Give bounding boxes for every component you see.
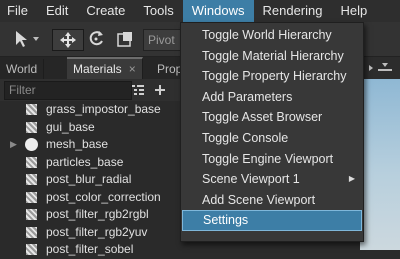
list-item[interactable]: ▶ mesh_base xyxy=(0,136,190,154)
menu-item-toggle-property-hierarchy[interactable]: Toggle Property Hierarchy xyxy=(181,66,363,87)
menu-item-toggle-world-hierarchy[interactable]: Toggle World Hierarchy xyxy=(181,25,363,46)
material-icon xyxy=(26,104,37,115)
material-name: gui_base xyxy=(46,119,95,134)
menu-windows[interactable]: Windows xyxy=(182,0,254,22)
list-item[interactable]: grass_impostor_base xyxy=(0,101,190,119)
menu-create[interactable]: Create xyxy=(77,0,134,22)
menu-item-add-scene-viewport[interactable]: Add Scene Viewport xyxy=(181,190,363,211)
menu-edit[interactable]: Edit xyxy=(37,0,77,22)
material-icon xyxy=(26,191,37,203)
menu-item-toggle-engine-viewport[interactable]: Toggle Engine Viewport xyxy=(181,149,363,170)
menu-item-toggle-material-hierarchy[interactable]: Toggle Material Hierarchy xyxy=(181,46,363,67)
menu-file[interactable]: File xyxy=(0,0,37,22)
expand-arrow-icon[interactable]: ▶ xyxy=(10,136,17,154)
tab-materials[interactable]: Materials × xyxy=(67,57,143,81)
menu-rendering[interactable]: Rendering xyxy=(254,0,332,22)
list-item[interactable]: post_blur_radial xyxy=(0,171,190,189)
scale-icon xyxy=(117,32,132,47)
material-name: post_color_correction xyxy=(46,189,161,204)
sphere-material-icon xyxy=(25,138,38,151)
add-material-button[interactable] xyxy=(152,82,168,98)
material-name: post_filter_rgb2rgbl xyxy=(46,207,149,221)
menu-help[interactable]: Help xyxy=(332,0,377,22)
material-icon xyxy=(26,174,37,185)
menu-bar: File Edit Create Tools Windows Rendering… xyxy=(0,0,400,22)
menu-tools[interactable]: Tools xyxy=(134,0,182,22)
list-item[interactable]: post_filter_rgb2yuv xyxy=(0,224,190,242)
menu-item-add-parameters[interactable]: Add Parameters xyxy=(181,87,363,108)
material-name: post_blur_radial xyxy=(46,172,132,186)
material-name: mesh_base xyxy=(46,137,109,151)
list-tree-icon xyxy=(132,85,144,95)
material-icon xyxy=(26,121,37,133)
move-icon xyxy=(60,32,76,48)
menu-item-settings[interactable]: Settings xyxy=(182,210,362,232)
material-icon xyxy=(26,226,37,238)
menu-item-label: Scene Viewport 1 xyxy=(202,172,300,187)
list-item[interactable]: gui_base xyxy=(0,119,190,137)
hierarchy-toggle-button[interactable] xyxy=(130,82,146,98)
scale-tool-button[interactable] xyxy=(114,29,136,49)
windows-menu-dropdown: Toggle World Hierarchy Toggle Material H… xyxy=(180,22,364,242)
menu-item-scene-viewport-1[interactable]: Scene Viewport 1 ▶ xyxy=(181,169,363,190)
rotate-tool-button[interactable] xyxy=(86,29,108,49)
list-item[interactable]: particles_base xyxy=(0,154,190,172)
menu-item-toggle-asset-browser[interactable]: Toggle Asset Browser xyxy=(181,107,363,128)
viewport-header xyxy=(362,57,400,79)
material-name: grass_impostor_base xyxy=(46,102,161,116)
material-name: post_filter_rgb2yuv xyxy=(46,224,148,239)
materials-list: grass_impostor_base gui_base ▶ mesh_base… xyxy=(0,101,190,256)
list-item[interactable]: post_filter_rgb2rgbl xyxy=(0,206,190,224)
rotate-icon xyxy=(89,31,103,46)
viewport-tab-arrows-icon[interactable] xyxy=(362,57,400,79)
select-arrow-icon xyxy=(16,31,39,47)
menu-item-toggle-console[interactable]: Toggle Console xyxy=(181,128,363,149)
select-tool-button[interactable] xyxy=(10,29,44,49)
material-icon xyxy=(26,156,37,168)
filter-input[interactable]: Filter xyxy=(4,81,132,100)
list-item[interactable]: post_color_correction xyxy=(0,189,190,207)
move-tool-button[interactable] xyxy=(52,29,84,51)
tab-world[interactable]: World xyxy=(0,59,45,79)
material-icon xyxy=(26,209,37,220)
add-icon xyxy=(155,85,165,95)
material-name: particles_base xyxy=(46,154,124,169)
submenu-arrow-icon: ▶ xyxy=(348,174,355,184)
scene-viewport[interactable] xyxy=(360,79,400,250)
close-icon[interactable]: × xyxy=(129,62,136,76)
tab-materials-label: Materials xyxy=(73,62,122,76)
